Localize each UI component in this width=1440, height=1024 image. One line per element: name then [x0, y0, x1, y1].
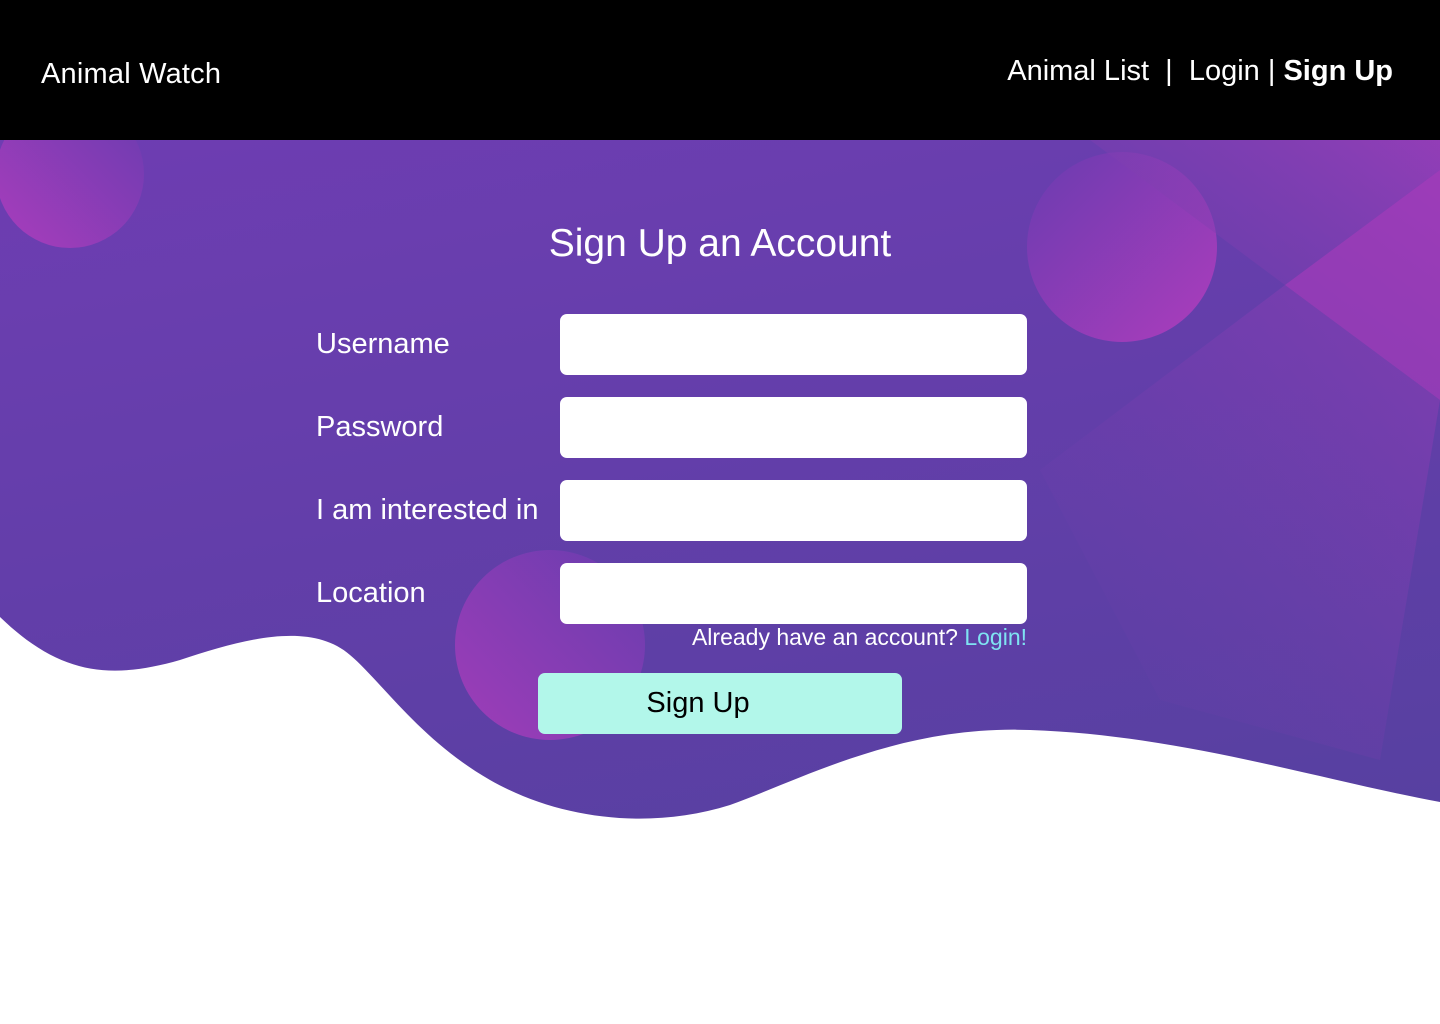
- sign-up-button[interactable]: Sign Up: [538, 673, 902, 734]
- login-link[interactable]: Login!: [964, 624, 1027, 650]
- top-navigation-bar: Animal Watch Animal List | Login | Sign …: [0, 0, 1440, 140]
- nav-separator: |: [1259, 55, 1284, 87]
- location-field[interactable]: [560, 563, 1027, 624]
- have-account-text: Already have an account?: [691, 624, 965, 650]
- location-label: Location: [316, 577, 426, 609]
- nav-link-login[interactable]: Login: [1189, 55, 1260, 87]
- nav-separator: |: [1149, 55, 1189, 87]
- page-title: Sign Up an Account: [548, 222, 892, 265]
- have-account-prompt: Already have an account? Login!: [692, 624, 1027, 651]
- brand-name[interactable]: Animal Watch: [41, 58, 221, 91]
- main-nav: Animal List | Login | Sign Up: [1007, 55, 1393, 88]
- username-label: Username: [316, 328, 450, 360]
- password-label: Password: [316, 411, 444, 443]
- sign-up-button-label: Sign Up: [646, 687, 750, 719]
- interest-field[interactable]: [560, 480, 1027, 541]
- username-field[interactable]: [560, 314, 1027, 375]
- nav-link-animal-list[interactable]: Animal List: [1007, 55, 1149, 87]
- password-field[interactable]: [560, 397, 1027, 458]
- nav-link-sign-up[interactable]: Sign Up: [1283, 55, 1393, 87]
- interest-label: I am interested in: [316, 494, 539, 526]
- signup-form-area: Sign Up an Account Username Password I a…: [0, 0, 1440, 1024]
